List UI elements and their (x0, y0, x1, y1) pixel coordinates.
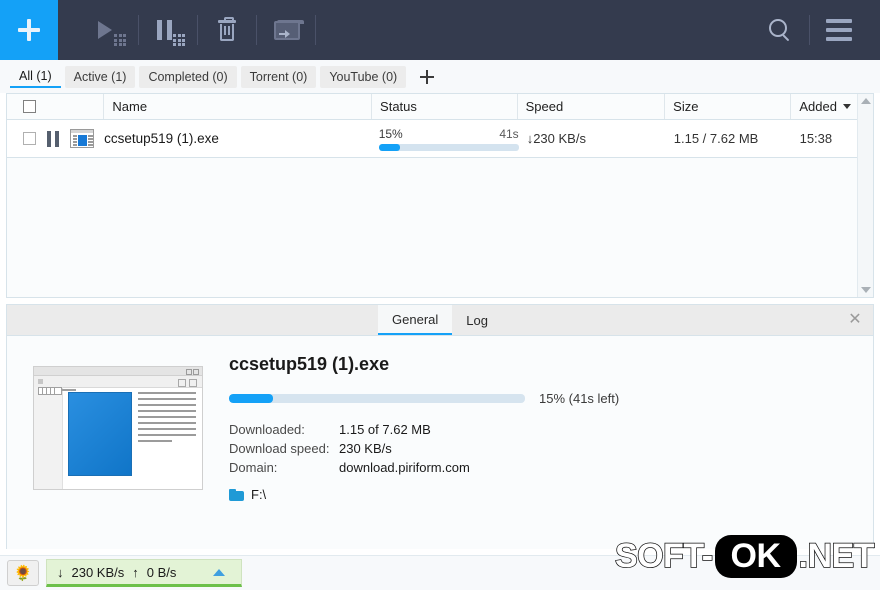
detail-progress-row: 15% (41s left) (229, 391, 853, 406)
play-all-dots-icon (114, 34, 126, 46)
row-size: 1.15 / 7.62 MB (673, 131, 759, 146)
toolbar-actions (58, 0, 316, 60)
detail-progress-bar (229, 394, 525, 403)
table-row[interactable]: ccsetup519 (1).exe 15% 41s ↓230 KB/s 1.1… (7, 120, 873, 158)
upload-arrow-icon: ↑ (132, 564, 139, 580)
select-all-checkbox[interactable] (23, 100, 36, 113)
row-progress-bar (378, 143, 519, 151)
tab-log[interactable]: Log (452, 305, 502, 335)
play-icon (98, 21, 112, 39)
close-detail-panel-button[interactable]: ✕ (847, 305, 863, 335)
detail-save-path-label: F:\ (251, 487, 267, 502)
column-label-name: Name (112, 99, 148, 114)
column-label-status: Status (380, 99, 417, 114)
download-speed-value: 230 KB/s (71, 564, 125, 580)
row-select-cell (7, 129, 104, 148)
row-file-name: ccsetup519 (1).exe (104, 131, 219, 146)
tab-youtube[interactable]: YouTube (0) (320, 65, 407, 88)
detail-save-path[interactable]: F:\ (229, 487, 853, 502)
file-type-icon (70, 129, 94, 148)
column-header-name[interactable]: Name (104, 94, 373, 119)
pause-icon (156, 20, 172, 40)
plus-icon (17, 18, 41, 42)
column-label-size: Size (673, 99, 699, 114)
delete-download-button[interactable] (198, 0, 256, 60)
upload-speed-value: 0 B/s (146, 564, 177, 580)
move-to-folder-icon (274, 20, 304, 40)
detail-file-name: ccsetup519 (1).exe (229, 354, 390, 374)
detail-panel: General Log ✕ ccsetup519 (1).exe 15% (41… (6, 304, 874, 549)
row-pause-icon[interactable] (47, 130, 59, 147)
field-label-download-speed: Download speed: (229, 441, 330, 456)
scroll-up-icon[interactable] (860, 98, 871, 104)
list-vertical-scrollbar[interactable] (857, 94, 873, 297)
move-download-button[interactable] (257, 0, 315, 60)
download-arrow-icon: ↓ (57, 564, 64, 580)
row-speed: ↓230 KB/s (526, 131, 586, 146)
row-status-cell: 15% 41s (371, 127, 519, 151)
download-list-panel: Name Status Speed Size Added ccsetup519 (6, 93, 874, 298)
preview-thumbnail (33, 366, 203, 490)
tab-completed[interactable]: Completed (0) (139, 65, 237, 88)
hamburger-menu-icon (826, 19, 852, 41)
status-bar: 🌻 ↓ 230 KB/s ↑ 0 B/s (0, 555, 880, 590)
field-value-domain: download.piriform.com (339, 460, 470, 475)
table-header: Name Status Speed Size Added (7, 94, 873, 120)
detail-tab-strip: General Log ✕ (7, 305, 873, 336)
add-tab-button[interactable] (416, 66, 438, 88)
column-label-speed: Speed (525, 99, 564, 114)
search-button[interactable] (751, 0, 809, 60)
column-label-added: Added (799, 99, 837, 114)
row-eta-label: 41s (499, 126, 519, 141)
detail-body: ccsetup519 (1).exe 15% (41s left) Downlo… (7, 336, 873, 549)
main-toolbar (0, 0, 880, 60)
detail-fields: Downloaded: 1.15 of 7.62 MB Download spe… (229, 422, 853, 475)
detail-info: ccsetup519 (1).exe 15% (41s left) Downlo… (229, 354, 873, 549)
main-menu-button[interactable] (810, 0, 868, 60)
tab-active[interactable]: Active (1) (64, 65, 136, 88)
search-icon (769, 19, 791, 42)
folder-icon (229, 488, 244, 501)
column-header-status[interactable]: Status (372, 94, 518, 119)
column-header-select[interactable] (7, 94, 105, 119)
chevron-up-icon[interactable] (213, 568, 225, 576)
field-label-domain: Domain: (229, 460, 278, 475)
speed-summary-panel[interactable]: ↓ 230 KB/s ↑ 0 B/s (46, 559, 242, 587)
column-header-size[interactable]: Size (665, 94, 792, 119)
field-label-downloaded: Downloaded: (229, 422, 305, 437)
tab-torrent[interactable]: Torrent (0) (240, 65, 317, 88)
pause-all-dots-icon (173, 34, 185, 46)
start-download-button[interactable] (80, 0, 138, 60)
snail-icon: 🌻 (13, 565, 33, 582)
detail-progress-label: 15% (41s left) (539, 391, 620, 406)
add-download-button[interactable] (0, 0, 58, 60)
speed-limit-button[interactable]: 🌻 (7, 560, 39, 586)
preview-thumbnail-wrap (7, 354, 229, 549)
field-value-download-speed: 230 KB/s (339, 441, 392, 456)
scroll-down-icon[interactable] (860, 287, 871, 293)
tab-general[interactable]: General (378, 305, 453, 335)
filter-tab-strip: All (1) Active (1) Completed (0) Torrent… (0, 60, 880, 93)
pause-download-button[interactable] (139, 0, 197, 60)
row-checkbox[interactable] (23, 132, 36, 145)
chevron-down-icon (842, 104, 851, 109)
column-header-speed[interactable]: Speed (518, 94, 666, 119)
tab-all[interactable]: All (1) (10, 65, 61, 88)
field-value-downloaded: 1.15 of 7.62 MB (339, 422, 431, 437)
trash-icon (218, 16, 236, 41)
row-percent-label: 15% (378, 126, 403, 141)
